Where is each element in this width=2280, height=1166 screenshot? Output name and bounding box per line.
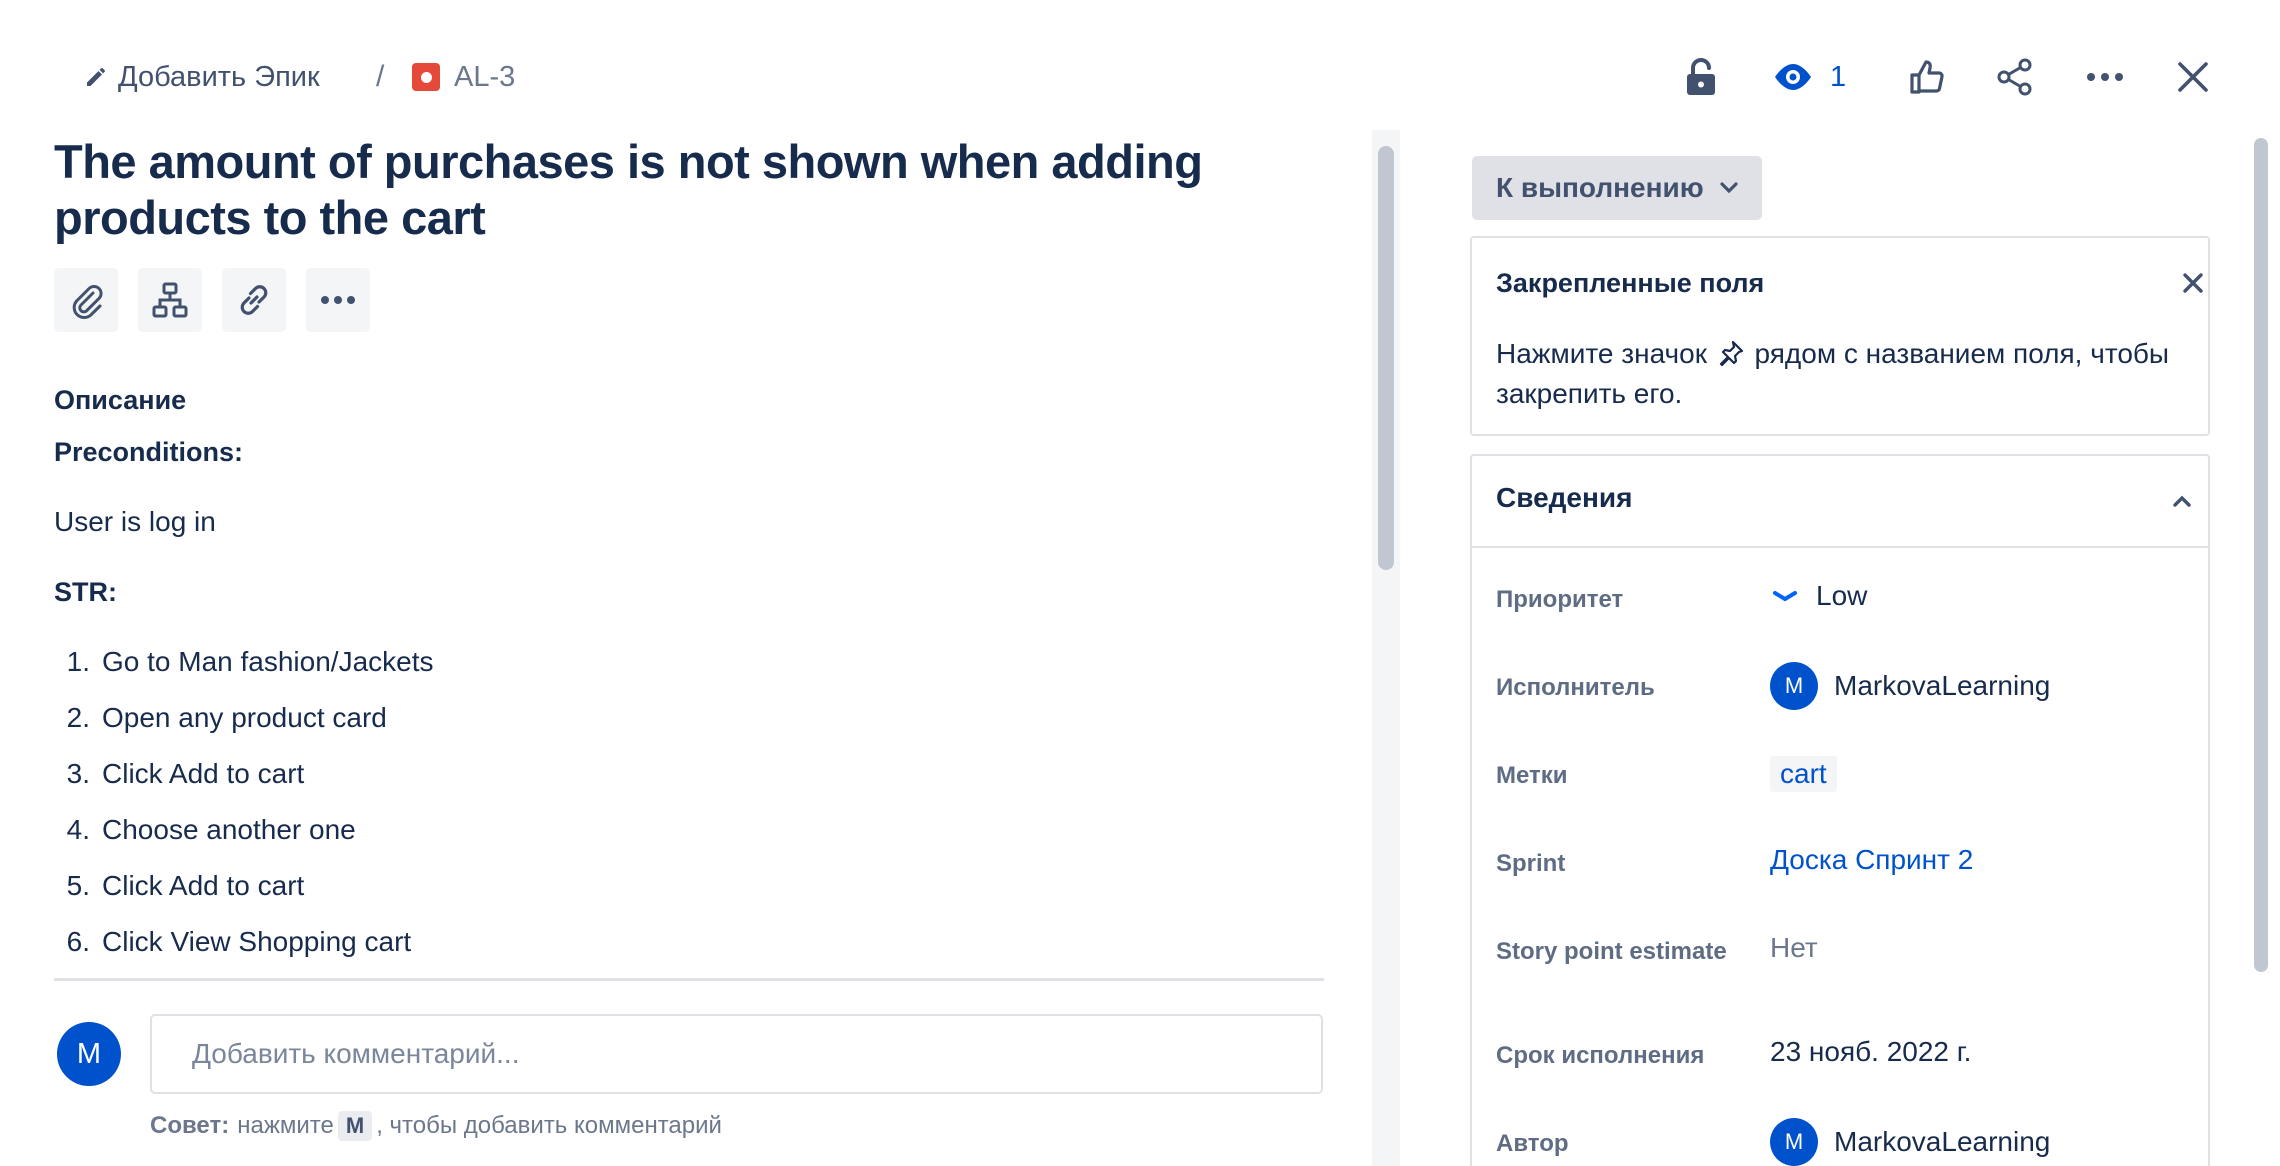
status-label: К выполнению: [1496, 172, 1704, 203]
link-issue-button[interactable]: [222, 268, 286, 332]
priority-label: Приоритет: [1496, 586, 1624, 613]
more-issue-actions-button[interactable]: [306, 268, 370, 332]
sprint-value: Доска Спринт 2: [1770, 844, 1973, 876]
preconditions-text: User is log in: [54, 506, 216, 537]
watch-count: 1: [1830, 60, 1847, 93]
watch-button[interactable]: 1: [1772, 50, 1892, 104]
attach-button[interactable]: [54, 268, 118, 332]
more-icon: [2087, 73, 2123, 81]
list-item: 1. Go to Man fashion/Jackets: [66, 646, 434, 677]
bug-icon: [412, 63, 440, 91]
tip-label: Совет:: [150, 1112, 230, 1139]
pinned-fields-title: Закрепленные поля: [1496, 268, 1765, 298]
comment-input[interactable]: [150, 1014, 1323, 1094]
thumbs-up-icon: [1910, 60, 1944, 94]
close-icon[interactable]: [2180, 270, 2206, 296]
list-item: 4. Choose another one: [66, 814, 356, 845]
eye-icon: [1775, 64, 1811, 90]
more-icon: [321, 296, 355, 304]
avatar: M: [57, 1022, 121, 1086]
description-label: Описание: [54, 385, 187, 415]
comment-tip: Совет: нажмите M , чтобы добавить коммен…: [150, 1108, 722, 1144]
sprint-link[interactable]: Доска Спринт 2: [1770, 844, 1973, 876]
labels-label: Метки: [1496, 762, 1568, 789]
close-button[interactable]: [2168, 50, 2218, 104]
unlock-icon: [1687, 58, 1715, 95]
pin-icon: [1719, 340, 1743, 367]
issue-sidebar: К выполнению Закрепленные поля Нажмите з…: [1440, 130, 2240, 1166]
status-dropdown[interactable]: К выполнению: [1472, 156, 1762, 220]
list-item: 3. Click Add to cart: [66, 758, 305, 789]
avatar: M: [1770, 1118, 1818, 1166]
assignee-value[interactable]: M MarkovaLearning: [1770, 662, 2050, 710]
left-scrollbar-thumb[interactable]: [1378, 146, 1394, 570]
chevron-down-icon: [1720, 182, 1738, 194]
right-scrollbar[interactable]: [2248, 130, 2276, 1166]
priority-low-icon: [1773, 591, 1797, 602]
list-item: 5. Click Add to cart: [66, 870, 305, 901]
restrictions-button[interactable]: [1676, 50, 1726, 104]
issue-header: Добавить Эпик / AL-3 1: [0, 0, 2280, 130]
hierarchy-icon: [152, 282, 188, 318]
issue-actions-bar: [54, 268, 370, 332]
share-button[interactable]: [1990, 50, 2040, 104]
description-section[interactable]: Описание Preconditions: User is log in S…: [54, 380, 1324, 978]
issue-key-link[interactable]: AL-3: [412, 56, 515, 98]
chevron-up-icon[interactable]: [2170, 490, 2194, 514]
vote-button[interactable]: [1902, 50, 1952, 104]
due-date-value[interactable]: 23 нояб. 2022 г.: [1770, 1036, 1971, 1068]
link-icon: [240, 285, 268, 315]
reporter-label: Автор: [1496, 1130, 1569, 1157]
paperclip-icon: [72, 285, 103, 319]
close-icon: [2178, 62, 2208, 92]
str-heading: STR:: [54, 577, 117, 607]
share-icon: [1997, 58, 2032, 96]
list-item: 2. Open any product card: [66, 702, 387, 733]
issue-main-panel: The amount of purchases is not shown whe…: [0, 130, 1340, 1166]
child-issues-button[interactable]: [138, 268, 202, 332]
pencil-icon: [87, 68, 105, 86]
add-epic-link[interactable]: Добавить Эпик: [84, 56, 320, 98]
labels-value: cart: [1770, 756, 1837, 792]
story-points-label: Story point estimate: [1496, 938, 1727, 965]
issue-title[interactable]: The amount of purchases is not shown whe…: [54, 134, 1344, 246]
issue-key: AL-3: [454, 60, 516, 93]
reporter-value[interactable]: M MarkovaLearning: [1770, 1118, 2050, 1166]
details-panel: Сведения Приоритет Low Исполнитель M Mar…: [1470, 454, 2210, 1166]
preconditions-heading: Preconditions:: [54, 437, 244, 467]
pinned-fields-hint: Нажмите значок рядом с названием поля, ч…: [1496, 338, 2170, 409]
list-item: 6. Click View Shopping cart: [66, 926, 412, 957]
pinned-fields-panel: Закрепленные поля Нажмите значок рядом с…: [1470, 236, 2210, 436]
sprint-label: Sprint: [1496, 850, 1566, 877]
priority-value[interactable]: Low: [1770, 580, 1867, 612]
right-scrollbar-thumb[interactable]: [2254, 138, 2268, 972]
comment-divider: [54, 978, 1324, 981]
left-scrollbar[interactable]: [1372, 130, 1400, 1166]
details-title: Сведения: [1496, 482, 1633, 513]
avatar: M: [1770, 662, 1818, 710]
steps-list: 1. Go to Man fashion/Jackets 2. Open any p…: [54, 642, 1324, 962]
details-header[interactable]: Сведения: [1472, 456, 2208, 548]
keyboard-shortcut: M: [337, 1111, 373, 1141]
breadcrumb-separator: /: [376, 60, 385, 93]
label-chip[interactable]: cart: [1770, 756, 1837, 792]
assignee-label: Исполнитель: [1496, 674, 1655, 701]
story-points-value[interactable]: Нет: [1770, 932, 1818, 964]
tip-text-before: нажмите: [237, 1112, 334, 1139]
more-actions-button[interactable]: [2080, 50, 2130, 104]
add-epic-label: Добавить Эпик: [118, 60, 320, 93]
due-date-label: Срок исполнения: [1496, 1042, 1705, 1069]
tip-text-after: , чтобы добавить комментарий: [376, 1112, 722, 1139]
